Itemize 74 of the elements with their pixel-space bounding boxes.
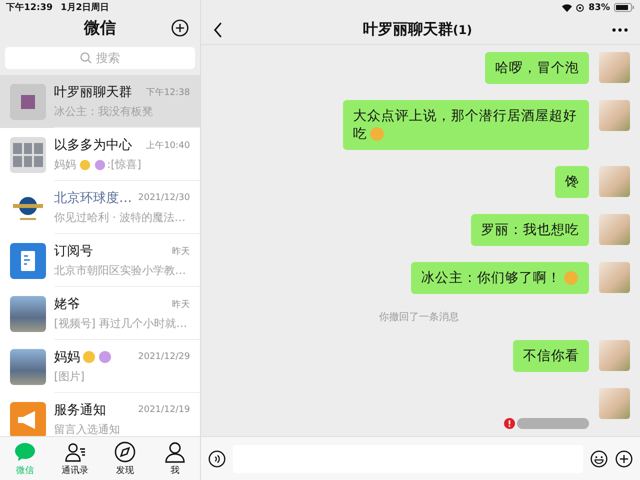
battery-icon xyxy=(614,3,634,12)
avatar-image xyxy=(10,136,46,172)
avatar-image xyxy=(599,340,630,371)
chat-name: 妈妈 xyxy=(54,349,80,366)
chat-preview: [视频号] 再过几个小时就… xyxy=(54,316,188,331)
add-icon[interactable] xyxy=(615,450,633,468)
avatar-image xyxy=(599,262,630,293)
message-bubble: 大众点评上说，那个潜行居酒屋超好吃 xyxy=(343,100,589,150)
chat-list-item[interactable]: 北京环球度… 2021/12/30 你见过哈利 · 波特的魔法… xyxy=(0,181,200,234)
battery-percent: 83% xyxy=(588,2,610,12)
chat-list-item[interactable]: 叶罗丽聊天群 下午12:38 冰公主：我没有板凳 xyxy=(0,75,200,128)
chat-name: 姥爷 xyxy=(54,296,80,313)
chat-list-item[interactable]: 妈妈 2021/12/29 [图片] xyxy=(0,340,200,393)
chat-name: 以多多为中心 xyxy=(54,137,132,154)
chat-list-item[interactable]: 订阅号 昨天 北京市朝阳区实验小学教… xyxy=(0,234,200,287)
chat-time: 昨天 xyxy=(172,298,190,310)
chat-preview: 北京市朝阳区实验小学教… xyxy=(54,263,186,278)
emoji-icon xyxy=(98,350,112,364)
emoji-icon[interactable] xyxy=(590,450,608,468)
chat-list-item[interactable]: 姥爷 昨天 [视频号] 再过几个小时就… xyxy=(0,287,200,340)
avatar-image xyxy=(10,84,46,120)
chat-time: 昨天 xyxy=(172,246,190,258)
lock-rotation-icon xyxy=(576,4,584,12)
member-count: (1) xyxy=(452,23,472,37)
chat-time: 上午10:40 xyxy=(146,140,190,152)
avatar-image xyxy=(10,348,46,384)
error-icon[interactable] xyxy=(504,418,515,429)
chat-preview: [图片] xyxy=(54,369,85,384)
chat-time: 下午12:38 xyxy=(146,86,190,98)
compass-icon xyxy=(114,440,136,462)
chat-preview: :[惊喜] xyxy=(107,157,142,172)
chat-name: 叶罗丽聊天群 xyxy=(54,84,132,101)
message-bubble: 冰公主：你们够了啊！ xyxy=(411,262,589,294)
voice-icon[interactable] xyxy=(208,450,226,468)
contacts-icon xyxy=(64,440,86,462)
avatar-image xyxy=(599,388,630,419)
sticker-image xyxy=(517,418,589,429)
message-bubble: 馋 xyxy=(555,166,589,198)
status-time: 下午12:39 xyxy=(6,2,53,14)
more-icon[interactable] xyxy=(612,28,628,32)
message-bubble: 罗丽：我也想吃 xyxy=(471,214,589,246)
status-date: 1月2日周日 xyxy=(60,2,110,14)
avatar-image xyxy=(10,296,46,332)
avatar-image xyxy=(599,214,630,245)
avatar-image xyxy=(599,100,630,131)
chat-name: 服务通知 xyxy=(54,402,106,419)
message-bubble: 不信你看 xyxy=(513,340,589,372)
message-bubble: 哈啰，冒个泡 xyxy=(485,52,589,84)
chat-preview: 妈妈 xyxy=(54,157,76,172)
chat-title: 叶罗丽聊天群 xyxy=(362,20,453,39)
add-icon[interactable] xyxy=(171,19,189,37)
chat-preview: 留言入选通知 xyxy=(54,422,120,436)
chat-list-item[interactable]: 以多多为中心 上午10:40 妈妈 :[惊喜] xyxy=(0,128,200,181)
document-icon xyxy=(10,242,46,278)
back-icon[interactable] xyxy=(213,22,223,38)
tab[interactable]: 发现 xyxy=(100,437,150,480)
chat-name: 订阅号 xyxy=(54,243,93,260)
chat-name: 北京环球度… xyxy=(54,190,132,207)
chat-time: 2021/12/30 xyxy=(138,193,190,203)
avatar-image xyxy=(599,166,630,197)
tab[interactable]: 通讯录 xyxy=(50,437,100,480)
sidebar-title: 微信 xyxy=(84,18,116,38)
wifi-icon xyxy=(562,4,572,12)
person-icon xyxy=(164,440,186,462)
chat-time: 2021/12/19 xyxy=(138,405,190,415)
chat-preview: 冰公主：我没有板凳 xyxy=(54,104,153,119)
chat-bubble-icon xyxy=(14,440,36,462)
tab[interactable]: 我 xyxy=(150,437,200,480)
chat-preview: 你见过哈利 · 波特的魔法… xyxy=(54,210,186,225)
system-notice: 你撤回了一条消息 xyxy=(379,310,459,324)
avatar-image xyxy=(599,52,630,83)
emoji-icon xyxy=(94,158,106,170)
search-icon xyxy=(80,52,92,64)
chat-time: 2021/12/29 xyxy=(138,352,190,362)
